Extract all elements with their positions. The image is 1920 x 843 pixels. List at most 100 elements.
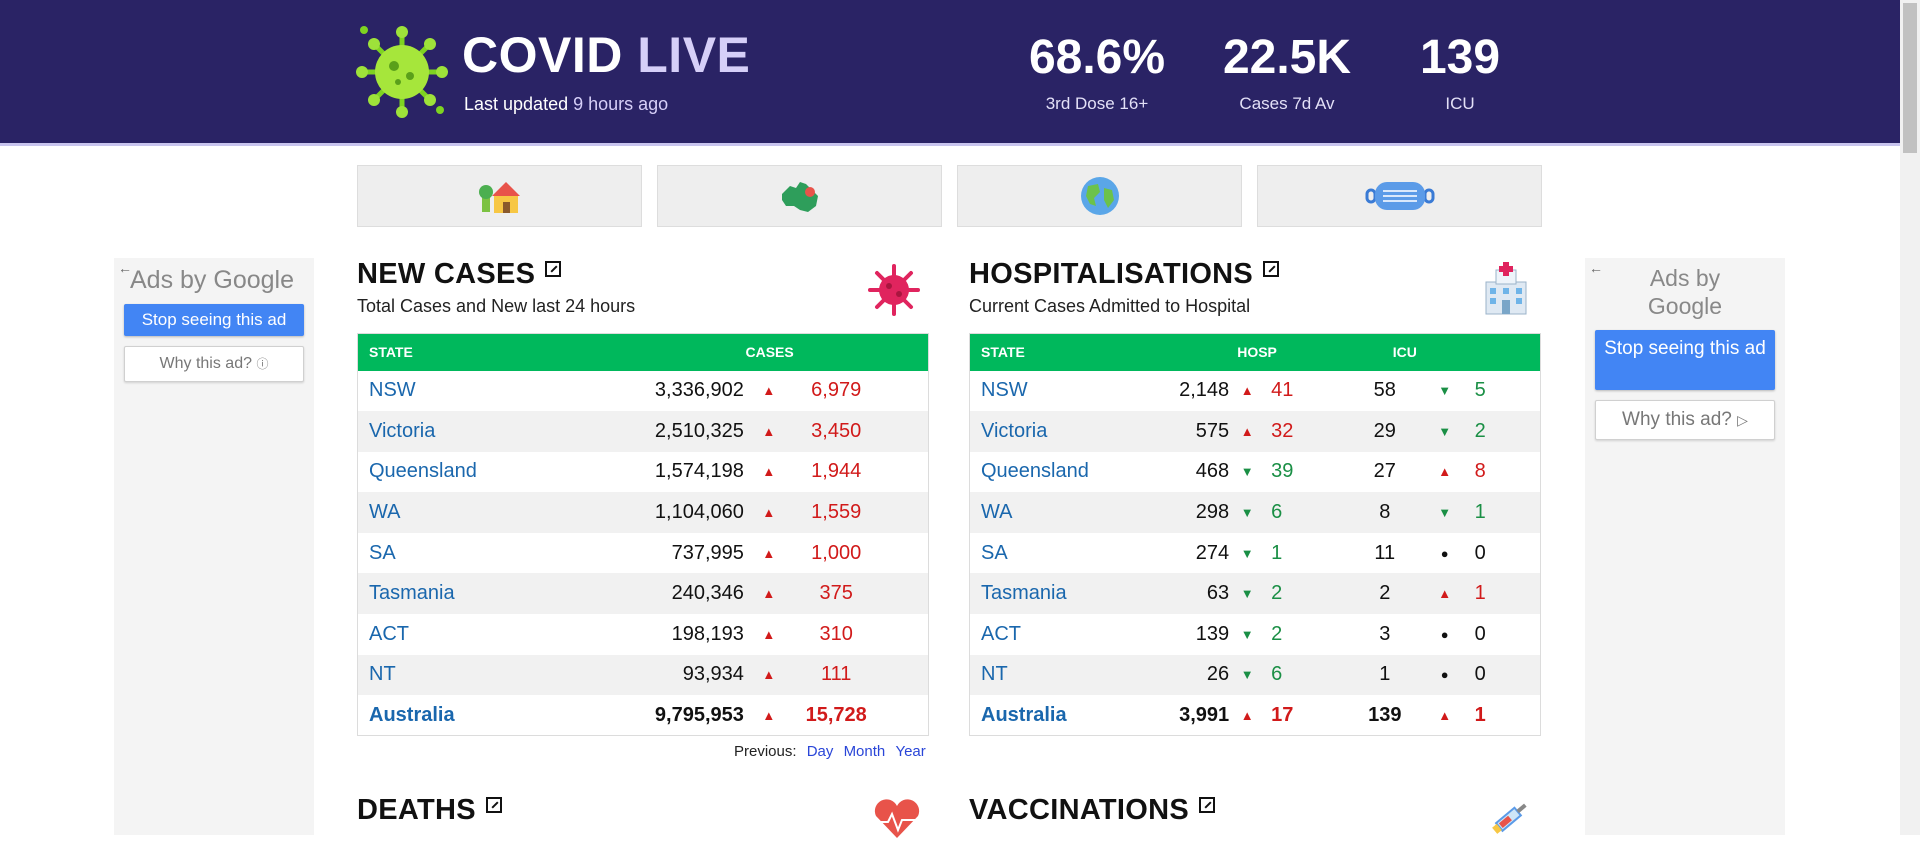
previous-year-link[interactable]: Year — [895, 743, 925, 760]
external-link-icon[interactable] — [485, 797, 502, 813]
table-row: Australia 3,991 ▲ 17 139 ▲ 1 — [970, 695, 1541, 736]
why-this-ad-button[interactable]: Why this ad? ⓘ — [124, 346, 304, 382]
spacer-cell — [879, 452, 929, 493]
state-link[interactable]: NT — [970, 655, 1170, 696]
trend-flat-icon: ● — [1440, 545, 1449, 561]
external-link-icon[interactable] — [1199, 797, 1216, 813]
state-link[interactable]: Victoria — [970, 411, 1170, 452]
hosp-cell: 139 — [1195, 622, 1230, 645]
table-row: NSW 3,336,902 ▲ 6,979 — [358, 371, 929, 412]
virus-logo-icon[interactable] — [354, 24, 450, 120]
hosp-cell: 298 — [1195, 501, 1230, 524]
spacer-cell — [879, 411, 929, 452]
state-link[interactable]: Tasmania — [358, 573, 598, 614]
state-link[interactable]: WA — [358, 492, 598, 533]
column-header-state[interactable]: STATE — [358, 334, 598, 371]
nav-tab-home[interactable] — [357, 165, 642, 227]
hosp-change-cell: 1 — [1271, 541, 1283, 564]
icu-cell: 139 — [1368, 703, 1402, 726]
new-cases-title[interactable]: NEW CASES — [357, 258, 562, 291]
new-cases-subtitle: Total Cases and New last 24 hours — [357, 296, 636, 316]
trend-up-icon: ▲ — [762, 423, 776, 439]
stat-value: 68.6% — [1028, 31, 1166, 84]
state-link[interactable]: Tasmania — [970, 573, 1170, 614]
previous-day-link[interactable]: Day — [807, 743, 834, 760]
stop-seeing-ad-button[interactable]: Stop seeing this ad — [1595, 330, 1775, 390]
state-link[interactable]: Australia — [358, 695, 598, 736]
why-this-ad-button[interactable]: Why this ad? ▷ — [1595, 400, 1775, 440]
new-cases-table: STATE CASES NSW 3,336,902 ▲ 6,979 Victoria 2,… — [357, 333, 929, 737]
scrollbar-thumb[interactable] — [1903, 3, 1917, 153]
external-link-icon[interactable] — [545, 261, 562, 277]
deaths-title[interactable]: DEATHS — [357, 794, 502, 827]
site-title[interactable]: COVID LIVE — [462, 30, 750, 80]
new-cases-cell: 15,728 — [805, 703, 867, 726]
column-header-spacer — [1465, 334, 1541, 371]
total-cases-cell: 2,510,325 — [654, 419, 744, 442]
table-row: Victoria 575 ▲ 32 29 ▼ 2 — [969, 411, 1541, 452]
state-link[interactable]: NSW — [970, 371, 1170, 412]
nav-tab-australia[interactable] — [657, 165, 942, 227]
total-cases-cell: 240,346 — [671, 582, 744, 605]
hosp-cell: 468 — [1195, 460, 1230, 483]
previous-label: Previous: — [734, 743, 797, 760]
table-row: NSW 2,148 ▲ 41 58 ▼ 5 — [970, 371, 1541, 412]
table-row: Queensland 468 ▼ 39 27 ▲ 8 — [970, 452, 1541, 493]
stat-value: 22.5K — [1222, 31, 1352, 84]
spacer-cell — [879, 614, 929, 655]
state-link[interactable]: ACT — [358, 614, 598, 655]
hospitalisations-title[interactable]: HOSPITALISATIONS — [969, 258, 1280, 291]
table-row: Victoria 2,510,325 ▲ 3,450 — [357, 411, 929, 452]
vaccinations-title[interactable]: VACCINATIONS — [969, 794, 1216, 827]
state-link[interactable]: ACT — [970, 614, 1170, 655]
stat-label: Cases 7d Av — [1239, 94, 1335, 113]
trend-up-icon: ▲ — [762, 586, 776, 602]
table-row: Tasmania 240,346 ▲ 375 — [357, 573, 929, 615]
state-link[interactable]: Victoria — [358, 411, 598, 452]
total-cases-cell: 9,795,953 — [654, 703, 744, 726]
state-link[interactable]: SA — [970, 533, 1170, 574]
stat-label: ICU — [1445, 94, 1475, 113]
external-link-icon[interactable] — [1263, 261, 1280, 277]
state-link[interactable]: NT — [358, 655, 598, 696]
icu-cell: 27 — [1373, 460, 1396, 483]
stop-seeing-ad-button[interactable]: Stop seeing this ad — [124, 304, 304, 336]
hospitalisations-title-text: HOSPITALISATIONS — [969, 258, 1254, 290]
ads-by-label: Ads by — [1649, 265, 1721, 291]
state-link[interactable]: Australia — [970, 695, 1170, 736]
icu-cell: 58 — [1373, 379, 1396, 402]
state-link[interactable]: Queensland — [970, 452, 1170, 493]
icu-cell: 3 — [1379, 622, 1391, 645]
state-link[interactable]: SA — [358, 533, 598, 574]
face-mask-icon — [1365, 182, 1434, 210]
state-link[interactable]: NSW — [358, 371, 598, 412]
icu-cell: 8 — [1379, 501, 1391, 524]
column-header-hosp[interactable]: HOSP — [1169, 334, 1345, 371]
hospital-icon — [1478, 262, 1534, 323]
hosp-cell: 2,148 — [1179, 379, 1230, 402]
state-link[interactable]: Queensland — [358, 452, 598, 493]
table-row: WA 1,104,060 ▲ 1,559 — [357, 492, 929, 533]
previous-month-link[interactable]: Month — [844, 743, 886, 760]
hosp-change-cell: 17 — [1271, 703, 1294, 726]
australia-map-icon — [781, 182, 818, 212]
column-header-state[interactable]: STATE — [970, 334, 1170, 371]
brand-main: COVID — [462, 27, 623, 83]
spacer-cell — [879, 533, 929, 574]
icu-cell: 1 — [1379, 663, 1391, 686]
hosp-cell: 274 — [1195, 541, 1230, 564]
nav-tab-world[interactable] — [957, 165, 1242, 227]
new-cases-cell: 1,944 — [811, 460, 862, 483]
icu-cell: 11 — [1374, 541, 1396, 564]
column-header-icu[interactable]: ICU — [1345, 334, 1465, 371]
column-header-cases[interactable]: CASES — [597, 334, 794, 371]
table-row: SA 274 ▼ 1 11 ● 0 — [970, 533, 1541, 574]
icu-cell: 2 — [1379, 582, 1391, 605]
icu-change-cell: 2 — [1474, 419, 1486, 442]
page-scrollbar[interactable] — [1900, 0, 1920, 835]
trend-up-icon: ▲ — [762, 505, 776, 521]
state-link[interactable]: WA — [970, 492, 1170, 533]
nav-tab-vaccination[interactable] — [1257, 165, 1542, 227]
google-label: Google — [213, 266, 295, 294]
ad-panel-left: ← Ads by Google Stop seeing this ad Why … — [114, 258, 314, 835]
